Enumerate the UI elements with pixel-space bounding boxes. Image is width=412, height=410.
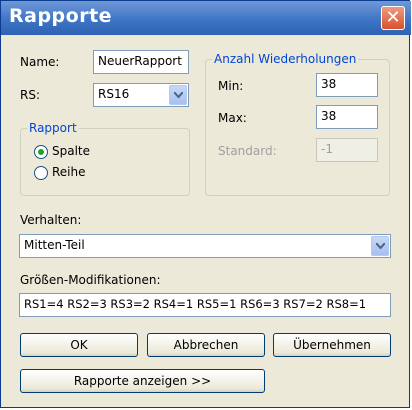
max-input[interactable]: 38	[316, 105, 378, 129]
chevron-down-icon[interactable]	[371, 236, 389, 256]
standard-label: Standard:	[218, 144, 277, 158]
groessen-label: Größen-Modifikationen:	[20, 273, 161, 287]
max-label: Max:	[218, 111, 247, 125]
chevron-down-icon[interactable]	[169, 85, 187, 105]
rs-select-value: RS16	[98, 87, 130, 101]
wiederholungen-group-title: Anzahl Wiederholungen	[212, 52, 359, 66]
rapport-group-title: Rapport	[27, 121, 79, 135]
ok-button[interactable]: OK	[20, 333, 138, 357]
wiederholungen-groupbox: Anzahl Wiederholungen Min: 38 Max: 38 St…	[205, 52, 390, 196]
title-bar[interactable]: Rapporte ✕	[1, 1, 411, 35]
min-label: Min:	[218, 79, 244, 93]
rapporte-dialog: Rapporte ✕ Name: NeuerRapport RS: RS16 R…	[0, 0, 411, 408]
close-icon[interactable]: ✕	[381, 6, 405, 30]
verhalten-select[interactable]: Mitten-Teil	[19, 234, 391, 258]
name-label: Name:	[20, 55, 60, 69]
verhalten-select-value: Mitten-Teil	[24, 238, 85, 252]
radio-spalte-label[interactable]: Spalte	[52, 144, 90, 158]
cancel-button[interactable]: Abbrechen	[147, 333, 265, 357]
radio-spalte[interactable]	[34, 145, 48, 159]
standard-input: -1	[316, 138, 378, 162]
apply-button[interactable]: Übernehmen	[273, 333, 391, 357]
name-input[interactable]: NeuerRapport	[93, 50, 189, 74]
verhalten-label: Verhalten:	[20, 213, 82, 227]
groessen-input[interactable]: RS1=4 RS2=3 RS3=2 RS4=1 RS5=1 RS6=3 RS7=…	[19, 293, 391, 317]
rapport-groupbox: Rapport Spalte Reihe	[20, 121, 190, 196]
show-rapporte-button[interactable]: Rapporte anzeigen >>	[20, 369, 265, 393]
radio-reihe-label[interactable]: Reihe	[52, 165, 86, 179]
rs-label: RS:	[20, 88, 40, 102]
dialog-title: Rapporte	[9, 5, 113, 27]
min-input[interactable]: 38	[316, 73, 378, 97]
rs-select[interactable]: RS16	[93, 83, 189, 107]
radio-reihe[interactable]	[34, 166, 48, 180]
